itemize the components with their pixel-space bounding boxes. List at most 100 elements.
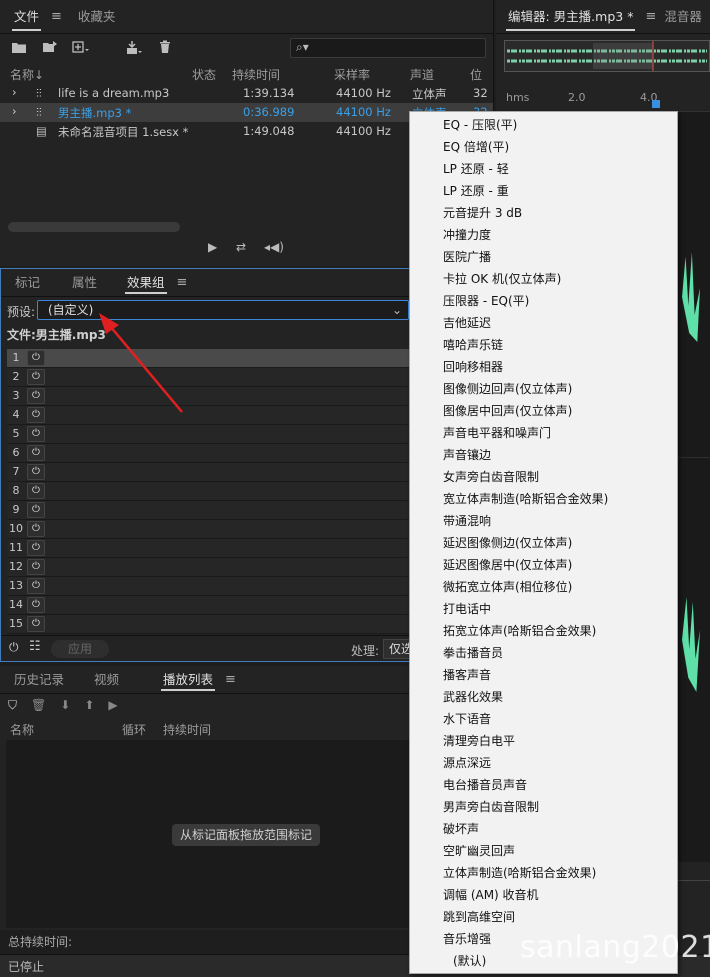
preset-menu-item[interactable]: 武器化效果 <box>410 686 677 708</box>
power-icon[interactable]: ⏻ <box>27 521 45 537</box>
preset-menu-item[interactable]: 图像居中回声(仅立体声) <box>410 400 677 422</box>
power-icon[interactable]: ⏻ <box>27 426 45 442</box>
apply-button[interactable]: 应用 <box>51 640 109 658</box>
loop-icon[interactable]: ⇄ <box>236 240 246 254</box>
preset-menu-item[interactable]: 女声旁白齿音限制 <box>410 466 677 488</box>
preset-menu-item[interactable]: 调幅 (AM) 收音机 <box>410 884 677 906</box>
column-channels[interactable]: 声道 <box>410 66 434 84</box>
power-icon[interactable]: ⏻ <box>27 407 45 423</box>
delete-icon[interactable]: 🗑 <box>31 698 46 713</box>
panel-menu-icon[interactable]: ≡ <box>177 275 188 290</box>
horizontal-scrollbar[interactable] <box>8 222 180 232</box>
power-icon[interactable]: ⏻ <box>27 464 45 480</box>
preset-menu-item[interactable]: 播客声音 <box>410 664 677 686</box>
preset-menu-item[interactable]: 图像侧边回声(仅立体声) <box>410 378 677 400</box>
preset-menu-item[interactable]: 打电话中 <box>410 598 677 620</box>
preset-menu-item[interactable]: 电台播音员声音 <box>410 774 677 796</box>
tab-favorites[interactable]: 收藏夹 <box>70 0 124 34</box>
preset-menu-item[interactable]: 宽立体声制造(哈斯铝合金效果) <box>410 488 677 510</box>
preset-menu-item[interactable]: 回响移相器 <box>410 356 677 378</box>
play-icon[interactable]: ▶ <box>208 240 217 254</box>
time-ruler[interactable]: hms 2.0 4.0 <box>496 86 710 112</box>
column-sample-rate[interactable]: 采样率 <box>334 66 370 84</box>
insert-icon[interactable] <box>125 39 143 55</box>
preset-menu-item[interactable]: 卡拉 OK 机(仅立体声) <box>410 268 677 290</box>
preset-menu-item[interactable]: 元音提升 3 dB <box>410 202 677 224</box>
search-input[interactable]: ⌕▾ <box>290 38 486 58</box>
preset-menu-item[interactable]: LP 还原 - 重 <box>410 180 677 202</box>
preset-dropdown[interactable]: (自定义) ⌄ <box>37 300 409 320</box>
power-icon[interactable]: ⏻ <box>27 502 45 518</box>
preset-menu-item[interactable]: 清理旁白电平 <box>410 730 677 752</box>
open-folder-icon[interactable] <box>10 39 28 55</box>
power-icon[interactable]: ⏻ <box>27 445 45 461</box>
move-down-icon[interactable]: ⬇ <box>60 698 70 713</box>
power-icon[interactable]: ⏻ <box>27 388 45 404</box>
preset-menu-item[interactable]: 微拓宽立体声(相位移位) <box>410 576 677 598</box>
tab-properties[interactable]: 属性 <box>64 269 105 297</box>
expand-chevron-icon[interactable]: › <box>12 104 17 118</box>
preset-menu-item[interactable]: 声音电平器和噪声门 <box>410 422 677 444</box>
tab-playlist[interactable]: 播放列表 <box>155 666 221 694</box>
panel-menu-icon[interactable]: ≡ <box>225 672 236 687</box>
column-loop[interactable]: 循环 <box>122 721 146 738</box>
power-icon[interactable]: ⏻ <box>27 578 45 594</box>
import-file-icon[interactable] <box>41 39 59 55</box>
column-bits[interactable]: 位 <box>470 66 482 84</box>
preset-menu-item[interactable]: 压限器 - EQ(平) <box>410 290 677 312</box>
preset-menu-item[interactable]: EQ - 压限(平) <box>410 114 677 136</box>
preset-menu-item[interactable]: 破坏声 <box>410 818 677 840</box>
file-row[interactable]: › ⫶⫶ life is a dream.mp3 1:39.134 44100 … <box>0 84 493 103</box>
playhead-marker[interactable] <box>652 100 660 108</box>
tab-editor[interactable]: 编辑器: 男主播.mp3 * <box>500 0 641 34</box>
new-file-icon[interactable] <box>72 39 90 55</box>
preset-menu-item[interactable]: 空旷幽灵回声 <box>410 840 677 862</box>
delete-icon[interactable] <box>156 39 174 55</box>
column-name[interactable]: 名称 <box>10 721 34 738</box>
preset-menu-item[interactable]: 吉他延迟 <box>410 312 677 334</box>
preset-menu-item[interactable]: 立体声制造(哈斯铝合金效果) <box>410 862 677 884</box>
power-icon[interactable]: ⏻ <box>27 483 45 499</box>
preset-menu-item[interactable]: 拳击播音员 <box>410 642 677 664</box>
expand-chevron-icon[interactable]: › <box>12 85 17 99</box>
preset-menu-item[interactable]: 延迟图像居中(仅立体声) <box>410 554 677 576</box>
master-power-icon[interactable]: ⏻ <box>9 640 19 655</box>
tab-files[interactable]: 文件 <box>6 0 47 34</box>
column-duration[interactable]: 持续时间 <box>163 721 211 738</box>
preset-menu-item[interactable]: 嘻哈声乐链 <box>410 334 677 356</box>
power-icon[interactable]: ⏻ <box>27 350 45 366</box>
waveform-overview[interactable] <box>504 40 710 72</box>
preset-menu-item[interactable]: LP 还原 - 轻 <box>410 158 677 180</box>
preset-menu-item[interactable]: 源点深远 <box>410 752 677 774</box>
tab-history[interactable]: 历史记录 <box>6 666 72 694</box>
power-icon[interactable]: ⏻ <box>27 597 45 613</box>
tab-effects-rack[interactable]: 效果组 <box>119 269 173 297</box>
power-icon[interactable]: ⏻ <box>27 369 45 385</box>
preset-menu-item[interactable]: EQ 倍增(平) <box>410 136 677 158</box>
tab-mixer[interactable]: 混音器 <box>656 0 710 34</box>
preset-menu-item[interactable]: 冲撞力度 <box>410 224 677 246</box>
panel-menu-icon[interactable]: ≡ <box>645 9 656 24</box>
power-icon[interactable]: ⏻ <box>27 540 45 556</box>
preset-menu-item[interactable]: 声音镶边 <box>410 444 677 466</box>
new-marker-icon[interactable]: ⛉ <box>8 698 17 713</box>
preset-menu-item[interactable]: 跳到高维空间 <box>410 906 677 928</box>
preset-menu-item[interactable]: 拓宽立体声(哈斯铝合金效果) <box>410 620 677 642</box>
column-name[interactable]: 名称↓ <box>10 66 44 84</box>
tab-video[interactable]: 视频 <box>86 666 127 694</box>
list-icon[interactable]: ☷ <box>29 639 41 654</box>
preset-menu-item[interactable]: 医院广播 <box>410 246 677 268</box>
column-duration[interactable]: 持续时间 <box>232 66 280 84</box>
preset-menu-item[interactable]: 带通混响 <box>410 510 677 532</box>
move-up-icon[interactable]: ⬆ <box>84 698 94 713</box>
tab-markers[interactable]: 标记 <box>7 269 48 297</box>
panel-menu-icon[interactable]: ≡ <box>51 9 62 24</box>
autoplay-speaker-icon[interactable]: ◂◀) <box>264 240 284 254</box>
preset-menu-item[interactable]: 水下语音 <box>410 708 677 730</box>
play-icon[interactable]: ▶ <box>108 698 117 713</box>
column-status[interactable]: 状态 <box>192 66 216 84</box>
preset-menu-item[interactable]: 男声旁白齿音限制 <box>410 796 677 818</box>
preset-menu-item[interactable]: 延迟图像侧边(仅立体声) <box>410 532 677 554</box>
power-icon[interactable]: ⏻ <box>27 559 45 575</box>
power-icon[interactable]: ⏻ <box>27 616 45 632</box>
